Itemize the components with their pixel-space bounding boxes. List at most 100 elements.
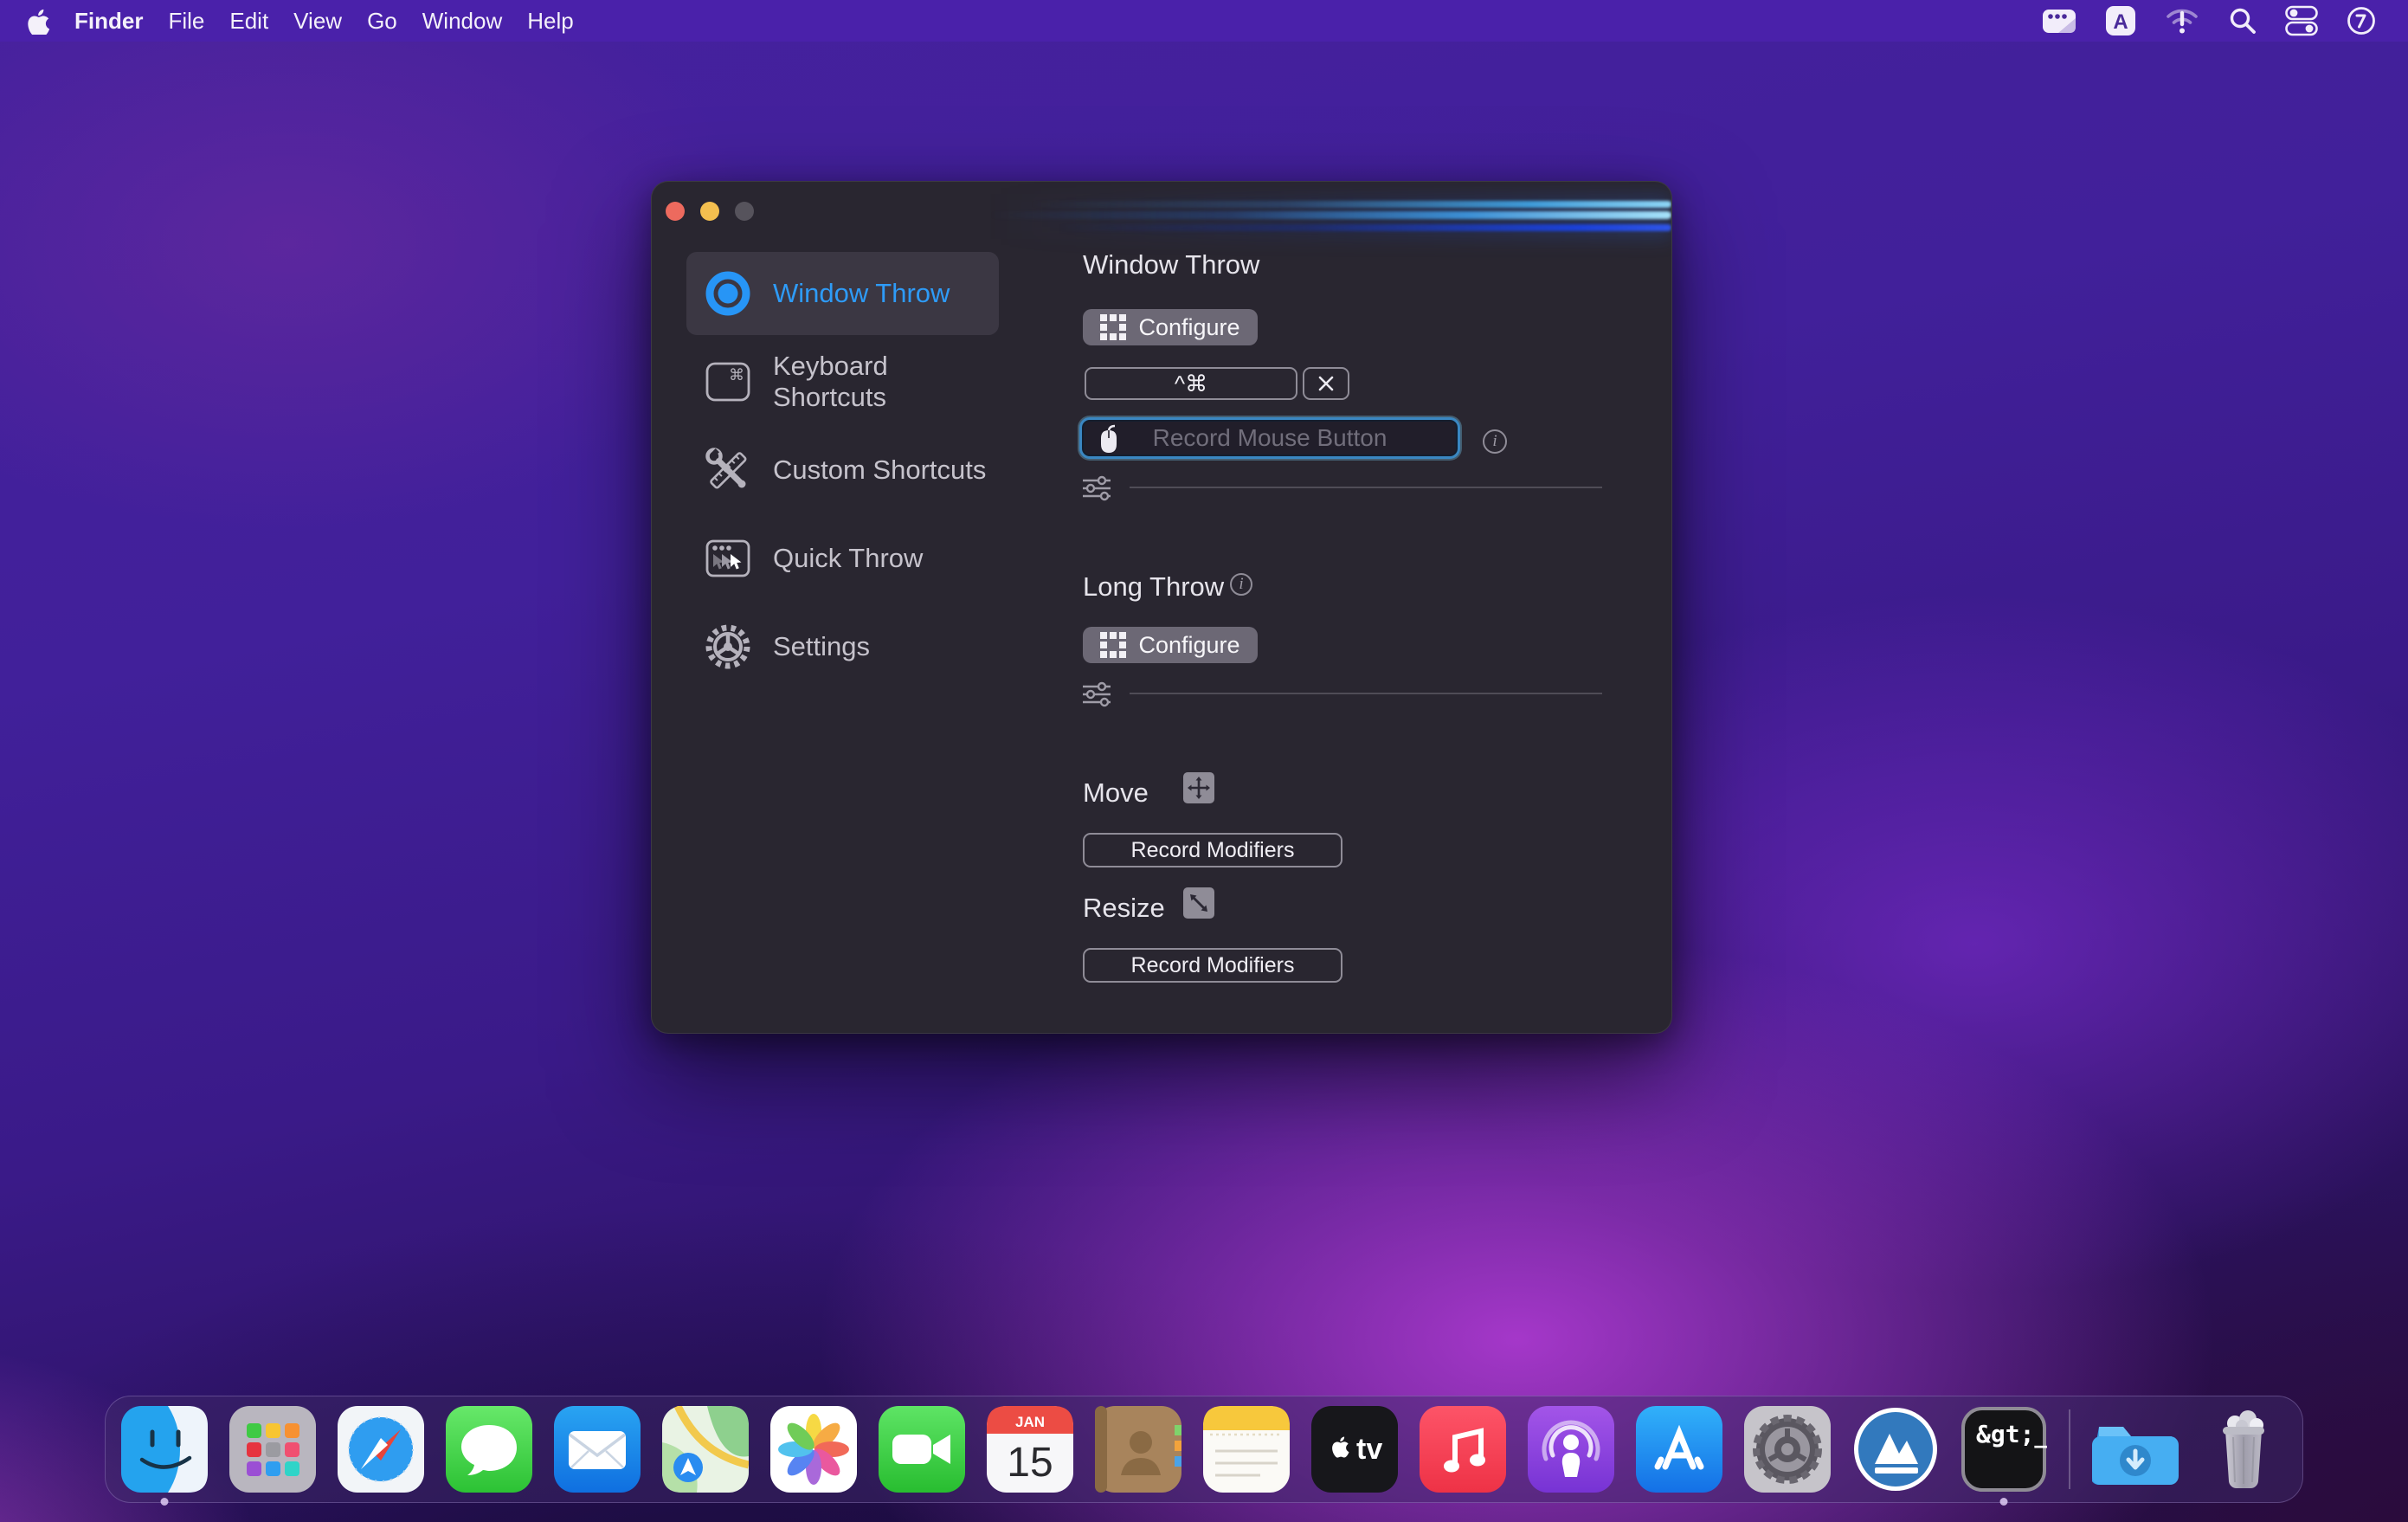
x-icon [1317, 375, 1335, 392]
dock: JAN 15 [105, 1396, 2303, 1503]
shortcut-value: ^⌘ [1175, 371, 1207, 397]
dock-item-podcasts[interactable] [1528, 1406, 1614, 1493]
dock-item-calendar[interactable]: JAN 15 [987, 1406, 1073, 1493]
dock-item-apple-tv[interactable]: tv [1311, 1406, 1398, 1493]
menu-item-edit[interactable]: Edit [229, 8, 268, 35]
grid-icon [1100, 632, 1126, 658]
clock-icon[interactable] [2346, 5, 2377, 36]
dock-item-safari[interactable] [338, 1406, 424, 1493]
sidebar-item-keyboard-shortcuts[interactable]: ⌘ Keyboard Shortcuts [686, 340, 999, 423]
app-store-icon [1636, 1406, 1722, 1493]
menu-item-help[interactable]: Help [527, 8, 573, 35]
window-cursors-icon [697, 536, 759, 581]
dock-item-music[interactable] [1420, 1406, 1506, 1493]
sidebar-label: Custom Shortcuts [773, 455, 986, 486]
dock-item-messages[interactable] [446, 1406, 532, 1493]
info-icon-long-throw[interactable]: i [1230, 573, 1252, 596]
terminal-icon: &gt;_ [1961, 1406, 2047, 1493]
move-label: Move [1083, 777, 1149, 809]
wifi-alert-icon[interactable] [2164, 6, 2200, 35]
divider [1130, 487, 1602, 488]
svg-text:⌘: ⌘ [729, 366, 744, 384]
dock-item-terminal[interactable]: &gt;_ [1961, 1406, 2047, 1493]
desktop: Finder File Edit View Go Window Help A [0, 0, 2408, 1522]
menu-app-name[interactable]: Finder [74, 8, 143, 35]
record-modifiers-button-move[interactable]: Record Modifiers [1083, 833, 1342, 867]
maps-icon [662, 1406, 749, 1493]
system-preferences-icon [1744, 1406, 1831, 1493]
control-center-icon[interactable] [2285, 5, 2318, 36]
facetime-icon [879, 1406, 965, 1493]
dock-item-finder[interactable] [121, 1406, 208, 1493]
sliders-icon [1081, 680, 1112, 708]
calendar-icon: JAN 15 [987, 1406, 1073, 1493]
svg-text:JAN: JAN [1015, 1414, 1045, 1430]
zoom-button[interactable] [735, 202, 754, 221]
traffic-lights [666, 202, 754, 221]
menu-bar: Finder File Edit View Go Window Help A [0, 0, 2408, 42]
menu-item-view[interactable]: View [293, 8, 342, 35]
menu-item-file[interactable]: File [168, 8, 204, 35]
mouse-icon [1094, 424, 1124, 455]
safari-icon [338, 1406, 424, 1493]
record-mouse-button-field[interactable]: Record Mouse Button [1079, 417, 1460, 459]
dock-separator [2069, 1409, 2070, 1489]
shortcut-field[interactable]: ^⌘ [1085, 367, 1297, 400]
dock-item-notes[interactable] [1203, 1406, 1290, 1493]
dock-item-system-preferences[interactable] [1744, 1406, 1831, 1493]
clear-shortcut-button[interactable] [1303, 367, 1349, 400]
grid-icon [1100, 314, 1126, 340]
input-source-icon[interactable]: A [2105, 5, 2136, 36]
sidebar-item-quick-throw[interactable]: Quick Throw [686, 517, 999, 600]
sidebar-item-window-throw[interactable]: Window Throw [686, 252, 999, 335]
dock-item-photos[interactable] [770, 1406, 857, 1493]
dock-item-contacts[interactable] [1095, 1406, 1181, 1493]
dock-item-launchpad[interactable] [229, 1406, 316, 1493]
svg-text:15: 15 [1007, 1440, 1053, 1486]
sidebar-label: Window Throw [773, 278, 950, 309]
close-button[interactable] [666, 202, 685, 221]
app-window: Window Throw ⌘ Keyboard Shortcuts [651, 181, 1672, 1034]
section-title-window-throw: Window Throw [1083, 249, 1259, 281]
record-mouse-placeholder: Record Mouse Button [1153, 424, 1387, 452]
dock-item-mail[interactable] [554, 1406, 641, 1493]
titlebar-streaks-decoration [989, 192, 1671, 253]
music-icon [1420, 1406, 1506, 1493]
dock-item-app-store[interactable] [1636, 1406, 1722, 1493]
sidebar-label: Quick Throw [773, 543, 923, 574]
divider [1130, 693, 1602, 694]
tools-icon [697, 446, 759, 494]
configure-button-long-throw[interactable]: Configure [1083, 627, 1258, 663]
menu-item-go[interactable]: Go [367, 8, 397, 35]
finder-icon [121, 1406, 208, 1493]
mail-icon [554, 1406, 641, 1493]
sidebar-item-settings[interactable]: Settings [686, 605, 999, 688]
launchpad-icon [229, 1406, 316, 1493]
dock-item-downloads[interactable] [2092, 1406, 2179, 1493]
svg-text:&gt;_: &gt;_ [1976, 1420, 2047, 1448]
dock-item-trash[interactable] [2200, 1406, 2287, 1493]
spotlight-icon[interactable] [2228, 6, 2257, 35]
podcasts-icon [1528, 1406, 1614, 1493]
record-modifiers-button-resize[interactable]: Record Modifiers [1083, 948, 1342, 983]
dock-item-maps[interactable] [662, 1406, 749, 1493]
svg-text:A: A [2113, 10, 2128, 34]
notes-icon [1203, 1406, 1290, 1493]
advanced-options-toggle-window-throw[interactable] [1081, 474, 1112, 506]
minimize-button[interactable] [700, 202, 719, 221]
contacts-icon [1095, 1406, 1181, 1493]
configure-label: Configure [1138, 632, 1239, 659]
dock-item-facetime[interactable] [879, 1406, 965, 1493]
messages-icon [446, 1406, 532, 1493]
target-icon [697, 267, 759, 320]
apple-menu-icon[interactable] [26, 7, 49, 35]
photos-icon [770, 1406, 857, 1493]
sidebar-item-custom-shortcuts[interactable]: Custom Shortcuts [686, 429, 999, 512]
advanced-options-toggle-long-throw[interactable] [1081, 680, 1112, 713]
dock-item-hookshot[interactable] [1852, 1406, 1939, 1493]
resize-cursor-icon [1183, 887, 1214, 919]
info-icon-mouse[interactable]: i [1483, 429, 1507, 454]
configure-button-window-throw[interactable]: Configure [1083, 309, 1258, 345]
app-window-icon[interactable] [2041, 6, 2077, 35]
menu-item-window[interactable]: Window [422, 8, 502, 35]
